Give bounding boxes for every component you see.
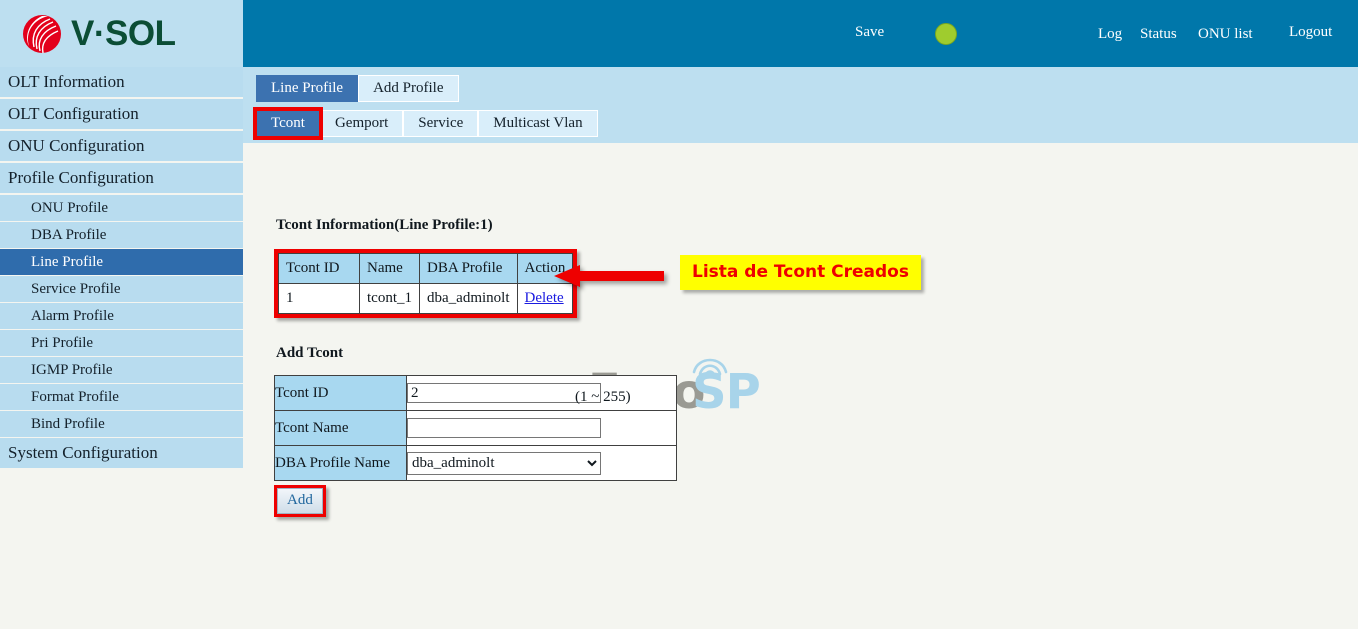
left-arrow-icon: [554, 265, 664, 287]
tcont-information-title: Tcont Information(Line Profile:1): [276, 217, 493, 233]
sidebar-item-bind-profile[interactable]: Bind Profile: [0, 411, 243, 437]
add-tcont-title: Add Tcont: [276, 345, 344, 361]
sidebar-item-onu-profile[interactable]: ONU Profile: [0, 195, 243, 221]
save-button[interactable]: Save: [855, 24, 884, 41]
sidebar-nav: OLT Information OLT Configuration ONU Co…: [0, 67, 243, 470]
vsol-swirl-logo-icon: [20, 10, 64, 56]
sidebar-item-line-profile[interactable]: Line Profile: [0, 249, 243, 275]
tab-add-profile[interactable]: Add Profile: [358, 75, 459, 102]
sidebar-item-service-profile[interactable]: Service Profile: [0, 276, 243, 302]
log-link[interactable]: Log: [1098, 26, 1122, 43]
tab-tcont[interactable]: Tcont: [253, 107, 323, 140]
status-indicator-icon: [935, 23, 957, 45]
logout-link[interactable]: Logout: [1289, 24, 1332, 41]
col-header-tcont-id: Tcont ID: [278, 253, 360, 284]
sidebar-item-alarm-profile[interactable]: Alarm Profile: [0, 303, 243, 329]
field-tcont-name: [406, 410, 677, 446]
col-header-name: Name: [359, 253, 420, 284]
add-button[interactable]: Add: [277, 488, 323, 514]
label-tcont-name: Tcont Name: [274, 410, 407, 446]
brand-logo[interactable]: V·SOL: [20, 10, 176, 56]
status-link[interactable]: Status: [1140, 26, 1177, 43]
label-tcont-id: Tcont ID: [274, 375, 407, 411]
sidebar-item-onu-configuration[interactable]: ONU Configuration: [0, 131, 243, 161]
watermark-text-isp: SP: [692, 364, 761, 420]
form-row-dba-profile: DBA Profile Name dba_adminolt: [274, 445, 677, 481]
table-row: 1 tcont_1 dba_adminolt Delete: [278, 283, 574, 314]
sidebar-item-profile-configuration[interactable]: Profile Configuration: [0, 163, 243, 193]
sidebar-item-dba-profile[interactable]: DBA Profile: [0, 222, 243, 248]
sidebar-item-olt-information[interactable]: OLT Information: [0, 67, 243, 97]
content-area: Line Profile Add Profile Tcont Gemport S…: [243, 67, 1358, 629]
tab-gemport[interactable]: Gemport: [319, 110, 404, 137]
tab-line-profile[interactable]: Line Profile: [256, 75, 359, 102]
annotation-callout: Lista de Tcont Creados: [554, 255, 939, 297]
sidebar-item-olt-configuration[interactable]: OLT Configuration: [0, 99, 243, 129]
tab-multicast-vlan[interactable]: Multicast Vlan: [478, 110, 598, 137]
onu-list-link[interactable]: ONU list: [1198, 26, 1253, 43]
tcont-id-input[interactable]: [407, 383, 601, 403]
field-tcont-id: [406, 375, 677, 411]
sidebar-item-pri-profile[interactable]: Pri Profile: [0, 330, 243, 356]
primary-tab-row: Line Profile Add Profile: [256, 75, 459, 102]
col-header-dba-profile: DBA Profile: [419, 253, 518, 284]
secondary-tab-row: Tcont Gemport Service Multicast Vlan: [253, 107, 598, 140]
top-header-bar: Save Log Status ONU list Logout: [243, 0, 1358, 67]
cell-tcont-id: 1: [278, 283, 360, 314]
sidebar-item-igmp-profile[interactable]: IGMP Profile: [0, 357, 243, 383]
label-dba-profile-name: DBA Profile Name: [274, 445, 407, 481]
sidebar-item-format-profile[interactable]: Format Profile: [0, 384, 243, 410]
logo-panel: V·SOL: [0, 0, 243, 67]
sidebar-item-system-configuration[interactable]: System Configuration: [0, 438, 243, 468]
dba-profile-select[interactable]: dba_adminolt: [407, 451, 601, 475]
wifi-signal-icon: [688, 348, 732, 378]
form-row-tcont-name: Tcont Name: [274, 410, 677, 446]
add-button-highlight: Add: [274, 485, 326, 517]
tab-service[interactable]: Service: [403, 110, 479, 137]
brand-logo-text: V·SOL: [71, 13, 176, 53]
field-dba-profile-name: dba_adminolt: [406, 445, 677, 481]
tcont-panel: Foro SP Tcont Information(Line Profile:1…: [243, 143, 1358, 629]
cell-name: tcont_1: [359, 283, 420, 314]
tcont-id-range-hint: (1 ~ 255): [575, 389, 631, 405]
tcont-table-highlight: Tcont ID Name DBA Profile Action 1 tcont…: [274, 249, 578, 318]
annotation-label: Lista de Tcont Creados: [680, 255, 921, 290]
cell-dba-profile: dba_adminolt: [419, 283, 518, 314]
table-header-row: Tcont ID Name DBA Profile Action: [278, 253, 574, 284]
tcont-information-table: Tcont ID Name DBA Profile Action 1 tcont…: [278, 253, 574, 314]
tcont-name-input[interactable]: [407, 418, 601, 438]
tab-strip: Line Profile Add Profile Tcont Gemport S…: [243, 67, 1358, 143]
